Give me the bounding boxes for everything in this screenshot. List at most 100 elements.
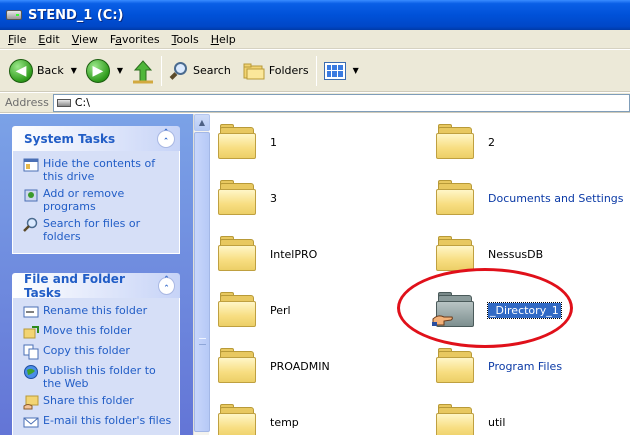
folder-name: temp [270, 415, 299, 429]
menu-edit[interactable]: Edit [32, 33, 65, 46]
views-icon [323, 61, 346, 80]
search-label: Search [193, 64, 231, 77]
folder-item[interactable]: temp [218, 404, 299, 435]
menu-help[interactable]: Help [205, 33, 242, 46]
folder-icon [218, 348, 258, 384]
drive-icon [56, 98, 71, 107]
address-label: Address [5, 96, 49, 109]
search-icon [169, 61, 189, 81]
task-search-files[interactable]: Search for files or folders [23, 217, 173, 243]
folder-icon [436, 404, 476, 435]
folder-icon [436, 236, 476, 272]
views-button[interactable] [321, 55, 349, 87]
title-bar: STEND_1 (C:) [0, 0, 630, 30]
task-copy-folder[interactable]: Copy this folder [23, 344, 173, 360]
folder-name: IntelPRO [270, 247, 318, 261]
folders-icon [243, 62, 265, 80]
folder-name: util [488, 415, 506, 429]
folder-name: Documents and Settings [488, 191, 624, 205]
up-folder-button[interactable] [129, 55, 157, 87]
folder-name: Program Files [488, 359, 563, 373]
system-tasks-title: System Tasks [24, 131, 116, 146]
folder-item[interactable]: Perl [218, 292, 291, 328]
toolbar-separator [161, 55, 163, 86]
task-label[interactable]: Copy this folder [43, 344, 130, 357]
menu-file[interactable]: File [2, 33, 32, 46]
move-icon [23, 324, 39, 340]
folders-label: Folders [268, 64, 309, 77]
views-dropdown-icon[interactable]: ▼ [353, 66, 359, 75]
task-label[interactable]: Share this folder [43, 394, 134, 407]
toolbar-separator [315, 55, 317, 86]
folder-name: 2 [488, 135, 495, 149]
folder-icon [218, 124, 258, 160]
menu-tools[interactable]: Tools [166, 33, 205, 46]
back-button[interactable]: ◀ Back [6, 55, 67, 87]
task-label[interactable]: Hide the contents of this drive [43, 157, 173, 183]
shared-folder-icon [432, 292, 476, 328]
folder-name: _Directory_1 [487, 301, 562, 319]
menu-favorites[interactable]: Favorites [104, 33, 166, 46]
file-folder-tasks-panel: File and Folder Tasks ˆˆ Rename this fol… [12, 271, 180, 435]
folder-item[interactable]: 3 [218, 180, 277, 216]
task-pane-scrollbar[interactable]: ▲ [193, 114, 210, 435]
back-dropdown-icon[interactable]: ▼ [71, 66, 77, 75]
address-bar: Address C:\ [0, 93, 630, 113]
task-label[interactable]: Search for files or folders [43, 217, 173, 243]
publish-web-icon [23, 364, 39, 380]
folder-item[interactable]: Documents and Settings [436, 180, 624, 216]
search-button[interactable]: Search [166, 55, 234, 87]
folder-item-selected[interactable]: _Directory_1 [432, 292, 562, 328]
folder-name: NessusDB [488, 247, 544, 261]
address-value: C:\ [74, 96, 90, 109]
folder-icon [218, 236, 258, 272]
folder-icon [436, 348, 476, 384]
collapse-chevron-icon[interactable]: ˆˆ [157, 129, 175, 148]
scrollbar-thumb[interactable] [194, 132, 210, 432]
file-folder-tasks-header[interactable]: File and Folder Tasks ˆˆ [12, 271, 180, 300]
folder-name: PROADMIN [270, 359, 330, 373]
folder-icon [436, 180, 476, 216]
menu-view[interactable]: View [66, 33, 104, 46]
task-share-folder[interactable]: Share this folder [23, 394, 173, 410]
task-pane: System Tasks ˆˆ Hide the contents of thi… [0, 114, 193, 435]
folder-item[interactable]: 2 [436, 124, 495, 160]
forward-dropdown-icon[interactable]: ▼ [117, 66, 123, 75]
system-tasks-body: Hide the contents of this drive Add or r… [12, 151, 180, 254]
task-add-remove-programs[interactable]: Add or remove programs [23, 187, 173, 213]
task-publish-web[interactable]: Publish this folder to the Web [23, 364, 173, 390]
folder-icon [218, 180, 258, 216]
folder-item[interactable]: Program Files [436, 348, 562, 384]
forward-button[interactable]: ▶ [83, 55, 113, 87]
toolbar: ◀ Back ▼ ▶ ▼ Search Folders ▼ [0, 50, 630, 92]
address-input[interactable]: C:\ [52, 93, 630, 112]
task-label[interactable]: Add or remove programs [43, 187, 173, 213]
folder-item[interactable]: IntelPRO [218, 236, 317, 272]
folder-name: Perl [270, 303, 291, 317]
folders-button[interactable]: Folders [240, 55, 312, 87]
folder-item[interactable]: util [436, 404, 505, 435]
copy-icon [23, 344, 39, 360]
system-tasks-header[interactable]: System Tasks ˆˆ [12, 126, 180, 151]
scroll-up-arrow-icon[interactable]: ▲ [194, 114, 210, 131]
file-folder-tasks-body: Rename this folder Move this folder Copy… [12, 298, 180, 435]
window-title: STEND_1 (C:) [28, 7, 124, 23]
email-icon [23, 414, 39, 430]
add-remove-programs-icon [23, 187, 39, 203]
task-move-folder[interactable]: Move this folder [23, 324, 173, 340]
collapse-chevron-icon[interactable]: ˆˆ [157, 276, 175, 295]
search-icon [23, 217, 39, 233]
folder-item[interactable]: 1 [218, 124, 277, 160]
task-email-files[interactable]: E-mail this folder's files [23, 414, 173, 430]
task-label[interactable]: E-mail this folder's files [43, 414, 171, 427]
task-label[interactable]: Move this folder [43, 324, 132, 337]
task-rename-folder[interactable]: Rename this folder [23, 304, 173, 320]
task-hide-drive-contents[interactable]: Hide the contents of this drive [23, 157, 173, 183]
task-label[interactable]: Publish this folder to the Web [43, 364, 173, 390]
file-folder-tasks-title: File and Folder Tasks [24, 271, 125, 300]
task-label[interactable]: Rename this folder [43, 304, 147, 317]
folder-item[interactable]: NessusDB [436, 236, 543, 272]
folder-item[interactable]: PROADMIN [218, 348, 330, 384]
folder-icon [218, 404, 258, 435]
share-icon [23, 394, 39, 410]
